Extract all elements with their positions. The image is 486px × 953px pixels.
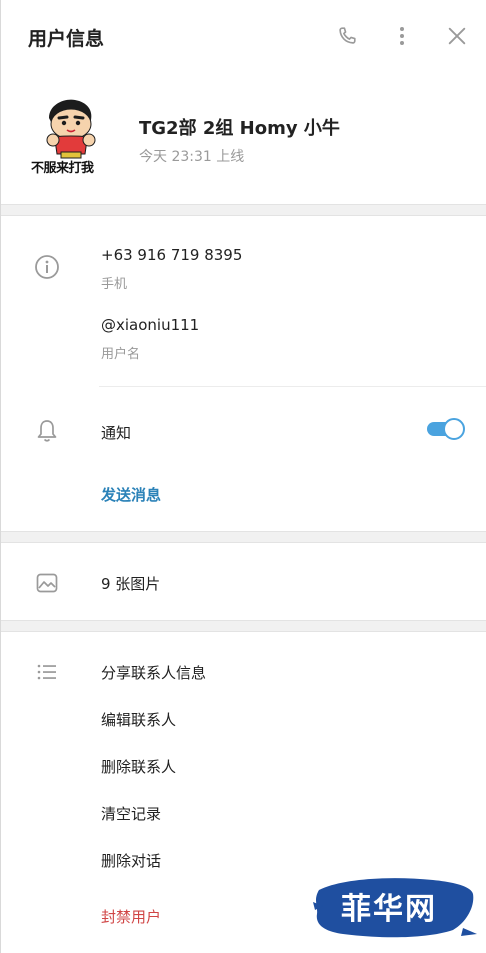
cartoon-boy-icon [46, 99, 96, 159]
section-divider [1, 204, 486, 216]
avatar[interactable]: 不服来打我 [31, 96, 111, 176]
notifications-toggle[interactable] [427, 418, 465, 440]
photos-count-item[interactable]: 9 张图片 [101, 573, 160, 594]
header: 用户信息 [1, 0, 486, 74]
share-contact-item[interactable]: 分享联系人信息 [101, 662, 206, 683]
section-divider [1, 531, 486, 543]
delete-contact-item[interactable]: 删除联系人 [101, 756, 176, 777]
username-value[interactable]: @xiaoniu111 [101, 316, 199, 334]
username-label: 用户名 [101, 347, 141, 362]
watermark-text: 菲华网 [341, 892, 437, 927]
more-vertical-icon[interactable] [390, 24, 414, 48]
send-message-link[interactable]: 发送消息 [101, 484, 161, 505]
section-divider [1, 620, 486, 632]
delete-chat-item[interactable]: 删除对话 [101, 850, 161, 871]
contact-name: TG2部 2组 Homy 小牛 [139, 118, 340, 139]
bell-icon [34, 418, 60, 444]
last-seen-status: 今天 23:31 上线 [139, 149, 245, 165]
phone-label: 手机 [101, 277, 128, 292]
notifications-label: 通知 [101, 424, 132, 442]
block-user-item[interactable]: 封禁用户 [101, 906, 161, 927]
edit-contact-item[interactable]: 编辑联系人 [101, 709, 176, 730]
photo-icon [34, 570, 60, 596]
phone-icon[interactable] [335, 24, 359, 48]
avatar-caption: 不服来打我 [31, 161, 94, 176]
watermark-logo: 菲华网 [313, 872, 477, 942]
phone-number[interactable]: +63 916 719 8395 [101, 246, 242, 264]
list-icon [34, 659, 60, 685]
clear-history-item[interactable]: 清空记录 [101, 803, 161, 824]
row-separator [99, 386, 486, 387]
close-icon[interactable] [445, 24, 469, 48]
user-info-panel: 用户信息 不服来打我 TG2部 2组 Homy 小牛 今天 23:31 上线 +… [0, 0, 486, 953]
page-title: 用户信息 [28, 28, 105, 50]
toggle-knob [443, 418, 465, 440]
info-icon [34, 254, 60, 280]
profile-section: 不服来打我 TG2部 2组 Homy 小牛 今天 23:31 上线 [1, 74, 486, 204]
